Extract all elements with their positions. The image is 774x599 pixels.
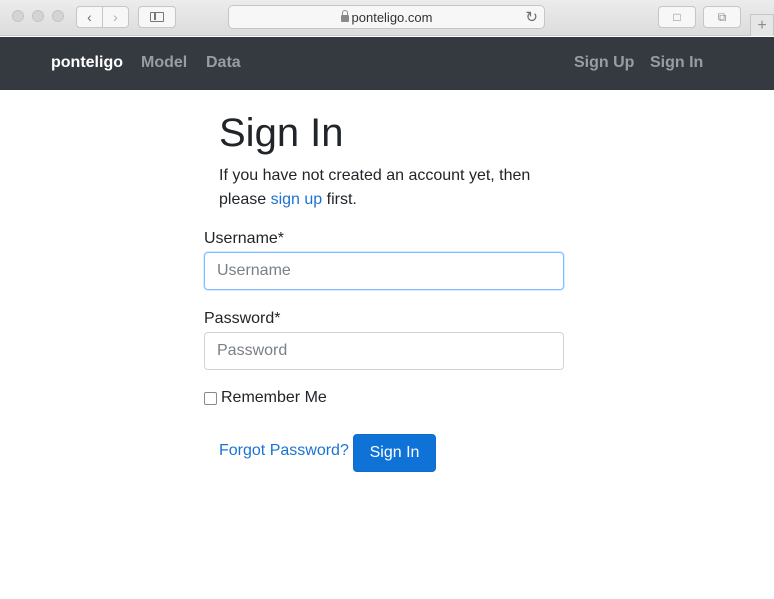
nav-link-sign-up[interactable]: Sign Up — [574, 54, 634, 72]
password-input[interactable] — [204, 332, 564, 370]
remember-me-label[interactable]: Remember Me — [221, 389, 327, 407]
address-bar[interactable]: ponteligo.com ↻ — [228, 5, 545, 29]
history-buttons: ‹ › — [76, 6, 129, 28]
close-window-icon[interactable] — [12, 10, 24, 22]
url-text: ponteligo.com — [351, 9, 433, 25]
sign-up-link[interactable]: sign up — [271, 191, 323, 208]
sign-in-button[interactable]: Sign In — [353, 434, 436, 472]
reload-icon[interactable]: ↻ — [525, 8, 538, 26]
remember-me-checkbox[interactable] — [204, 391, 217, 405]
browser-toolbar: ‹ › ponteligo.com ↻ □ ⧉ + — [0, 0, 774, 36]
brand-link[interactable]: ponteligo — [51, 54, 123, 72]
tabs-icon[interactable]: ⧉ — [703, 6, 741, 28]
back-icon[interactable]: ‹ — [77, 7, 102, 27]
forward-icon[interactable]: › — [102, 7, 128, 27]
intro-text-after: first. — [322, 191, 357, 208]
password-label: Password* — [204, 310, 281, 327]
page-title: Sign In — [219, 111, 344, 155]
site-navbar: ponteligo Model Data Sign Up Sign In — [0, 37, 774, 90]
nav-link-sign-in[interactable]: Sign In — [650, 54, 703, 72]
username-input[interactable] — [204, 252, 564, 290]
intro-text: If you have not created an account yet, … — [219, 164, 559, 212]
nav-link-model[interactable]: Model — [141, 54, 187, 72]
lock-icon — [340, 9, 349, 22]
remember-me-row: Remember Me — [204, 389, 327, 407]
share-icon[interactable]: □ — [658, 6, 696, 28]
plus-icon[interactable]: + — [750, 14, 774, 36]
username-label: Username* — [204, 230, 285, 247]
nav-link-data[interactable]: Data — [206, 54, 241, 72]
forgot-password-link[interactable]: Forgot Password? — [219, 442, 349, 460]
minimize-window-icon[interactable] — [32, 10, 44, 22]
zoom-window-icon[interactable] — [52, 10, 64, 22]
intro-text-before: If you have not created an account yet, … — [219, 167, 531, 208]
sidebar-icon[interactable] — [138, 6, 176, 28]
